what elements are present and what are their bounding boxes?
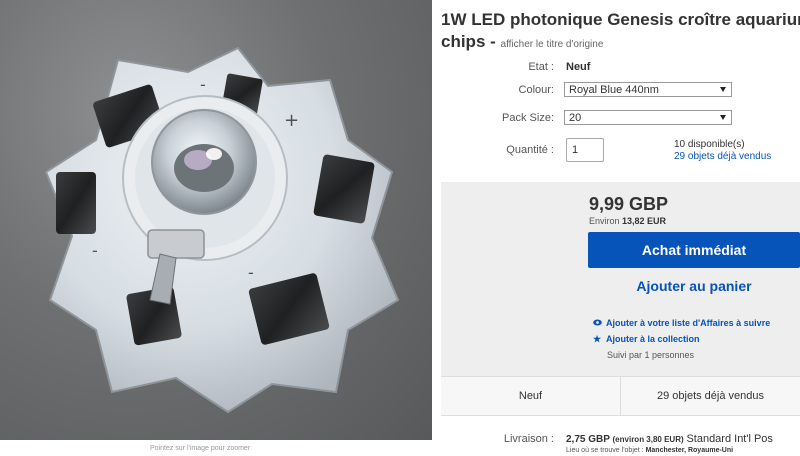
item-location: Lieu où se trouve l'objet : Manchester, … — [566, 447, 733, 454]
solder-pad — [313, 154, 375, 224]
price: 9,99 GBP — [589, 194, 669, 214]
approx-prefix: Environ — [589, 216, 620, 226]
shipping-price: 2,75 GBP (environ 3,80 EUR) Standard Int… — [566, 433, 773, 445]
title-line-1: 1W LED photonique Genesis croître aquari… — [441, 10, 800, 29]
svg-text:-: - — [92, 241, 98, 260]
condition-value: Neuf — [566, 61, 591, 73]
colour-label: Colour: — [518, 84, 554, 96]
collection-link-label: Ajouter à la collection — [606, 334, 700, 344]
svg-text:-: - — [200, 75, 206, 94]
star-icon: ★ — [593, 334, 602, 344]
item-location-prefix: Lieu où se trouve l'objet : — [566, 447, 644, 454]
shipping-cost: 2,75 GBP — [566, 434, 610, 445]
approx-price: Environ 13,82 EUR — [589, 216, 666, 226]
photo-caption: Pointez sur l'image pour zoomer — [150, 445, 251, 452]
approx-value: 13,82 EUR — [622, 216, 667, 226]
available-count: 10 disponible(s) — [674, 139, 745, 150]
title-dash: - — [485, 32, 501, 51]
led-star-board-illustration: - + - - — [44, 46, 400, 414]
pack-size-selected-value: 20 — [569, 112, 582, 124]
followers-text: Suivi par 1 personnes — [607, 350, 695, 360]
pack-size-label: Pack Size: — [502, 112, 554, 124]
condition-label: Etat : — [528, 61, 554, 73]
colour-select[interactable]: Royal Blue 440nm — [564, 82, 732, 97]
sold-count-link[interactable]: 29 objets déjà vendus — [674, 151, 771, 163]
add-to-cart-button[interactable]: Ajouter au panier — [588, 272, 800, 300]
chevron-down-icon — [720, 115, 726, 120]
title-line-2: chips — [441, 32, 486, 51]
watch-link-label: Ajouter à votre liste d'Affaires à suivr… — [606, 318, 771, 328]
solder-pad — [56, 172, 96, 234]
colour-selected-value: Royal Blue 440nm — [569, 84, 659, 96]
listing-title: 1W LED photonique Genesis croître aquari… — [441, 9, 800, 56]
product-image[interactable]: - + - - — [0, 0, 432, 440]
svg-text:-: - — [248, 263, 254, 282]
led-lead — [147, 229, 205, 259]
info-row: Neuf 29 objets déjà vendus — [441, 376, 800, 416]
shipping-label: Livraison : — [503, 433, 554, 445]
pack-size-select[interactable]: 20 — [564, 110, 732, 125]
buy-now-button[interactable]: Achat immédiat — [588, 232, 800, 268]
eye-icon — [593, 318, 603, 328]
shipping-service: Standard Int'l Pos — [686, 433, 773, 445]
chevron-down-icon — [720, 87, 726, 92]
buy-box: 9,99 GBP Environ 13,82 EUR Achat immédia… — [441, 182, 800, 376]
item-location-value: Manchester, Royaume-Uni — [645, 447, 734, 454]
quantity-input[interactable]: 1 — [566, 138, 604, 162]
info-sold: 29 objets déjà vendus — [656, 390, 765, 402]
collection-link[interactable]: ★ Ajouter à la collection — [593, 334, 700, 345]
info-condition: Neuf — [441, 377, 621, 415]
shipping-approx: (environ 3,80 EUR) — [612, 435, 684, 444]
svg-text:+: + — [284, 110, 299, 131]
watch-link[interactable]: Ajouter à votre liste d'Affaires à suivr… — [593, 318, 770, 328]
original-title-link[interactable]: afficher le titre d'origine — [501, 39, 604, 50]
quantity-label: Quantité : — [506, 144, 554, 156]
availability: 10 disponible(s) 29 objets déjà vendus — [674, 139, 771, 163]
